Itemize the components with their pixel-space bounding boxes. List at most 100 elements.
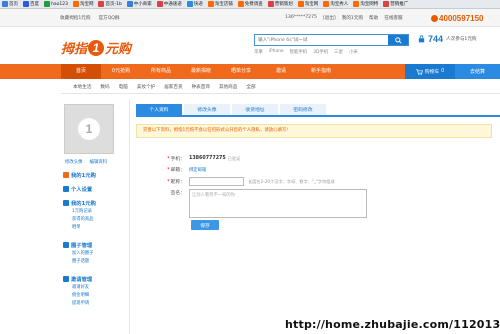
sidebar-item[interactable]: 邀请好友 bbox=[63, 284, 125, 292]
bookmark-item[interactable]: 淘宝网 bbox=[72, 1, 94, 7]
profile-tab[interactable]: 收货地址 bbox=[232, 104, 278, 115]
service-link[interactable]: 在线客服 bbox=[384, 15, 402, 21]
nav-item[interactable]: 首页 bbox=[61, 64, 101, 79]
bind-email-link[interactable]: 绑定邮箱 bbox=[189, 167, 206, 173]
bookmark-label: 首页-1b bbox=[105, 2, 122, 7]
bookmark-item[interactable]: 中通速递 bbox=[156, 1, 182, 7]
favorite-link[interactable]: 收藏拇指1元购 bbox=[60, 15, 91, 21]
hot-keyword[interactable]: 苹果 bbox=[254, 49, 263, 55]
help-link[interactable]: 帮助 bbox=[369, 15, 378, 21]
category-link[interactable]: 电脑 bbox=[119, 84, 128, 90]
my-1yuan-link[interactable]: 我的1元购 bbox=[342, 15, 363, 21]
search-input[interactable] bbox=[255, 35, 385, 45]
bookmark-item[interactable]: 首页-1b bbox=[98, 1, 122, 7]
privacy-notice: 完善以下资料，拇指1元购不会以任何形式公开您的个人隐私，请放心填写! bbox=[136, 124, 492, 138]
bookmark-item[interactable]: 营销推广 bbox=[383, 1, 408, 7]
phone-label: 手机： bbox=[170, 157, 185, 162]
nav-item[interactable]: 晒单分享 bbox=[221, 64, 261, 79]
bookmark-item[interactable]: hao123 bbox=[44, 1, 68, 7]
sidebar-group-header[interactable]: 邀请管理 bbox=[63, 274, 125, 284]
hot-keyword[interactable]: iPhone bbox=[269, 49, 284, 55]
profile-tabs: 个人资料 修改头像 收货地址 密码修改 bbox=[136, 104, 500, 117]
profile-tab[interactable]: 个人资料 bbox=[136, 104, 182, 115]
sidebar-group-title: 我的1元购 bbox=[71, 201, 96, 207]
account-sidebar: 1 修改头像 编辑资料 我的1元购 个人设置 我的1元购 1元购记录 获得的商品 晒单 圈子… bbox=[61, 99, 130, 334]
save-button[interactable]: 保存 bbox=[191, 220, 219, 230]
bookmark-favicon-icon bbox=[23, 1, 29, 7]
category-link[interactable]: 其他商品 bbox=[219, 84, 237, 90]
bookmark-favicon-icon bbox=[156, 1, 163, 7]
avatar[interactable]: 1 bbox=[64, 104, 114, 154]
bookmark-item[interactable]: 快递 bbox=[186, 1, 203, 7]
change-avatar-link[interactable]: 修改头像 bbox=[65, 159, 83, 165]
nickname-input[interactable] bbox=[189, 177, 244, 186]
sidebar-group: 圈子管理 加入的圈子 圈子话题 bbox=[63, 240, 125, 266]
bookmark-label: 营销推广 bbox=[390, 2, 409, 7]
bookmark-item[interactable]: 百度 bbox=[23, 1, 39, 7]
bookmark-label: 淘宝网 bbox=[79, 2, 94, 7]
bookmark-item[interactable]: 淘宝秀人 bbox=[323, 1, 348, 7]
bookmark-label: 淘宝网特 bbox=[360, 2, 379, 7]
bookmark-label: 快递 bbox=[193, 2, 203, 7]
nav-item[interactable]: 所有商品 bbox=[141, 64, 181, 79]
hot-keywords: 苹果 iPhone 智能手机 3D手机 三星 小米 bbox=[254, 49, 358, 55]
logo-text-1: 拇指 bbox=[61, 41, 88, 56]
category-link[interactable]: 数码 bbox=[100, 84, 109, 90]
sidebar-group-header[interactable]: 我的1元购 bbox=[63, 198, 125, 208]
qq-group-link[interactable]: 官方QQ群 bbox=[99, 15, 120, 21]
sidebar-item[interactable]: 晒单 bbox=[63, 224, 125, 232]
user-account[interactable]: 136*****7275 bbox=[285, 15, 317, 21]
sidebar-item[interactable]: 获得的商品 bbox=[63, 216, 125, 224]
site-logo[interactable]: 拇指 1 元购 bbox=[61, 38, 131, 57]
lock-icon bbox=[418, 35, 425, 43]
hot-keyword[interactable]: 小米 bbox=[349, 49, 358, 55]
nav-item[interactable]: 新手指南 bbox=[301, 64, 341, 79]
nav-item[interactable]: 最新揭晓 bbox=[181, 64, 221, 79]
bookmark-favicon-icon bbox=[186, 1, 193, 7]
bookmark-item[interactable]: 淘宝网特 bbox=[353, 1, 378, 7]
nickname-label: 昵称： bbox=[170, 180, 185, 185]
edit-profile-link[interactable]: 编辑资料 bbox=[90, 159, 108, 165]
sidebar-group-header[interactable]: 我的1元购 bbox=[63, 170, 125, 180]
category-link[interactable]: 本地生活 bbox=[73, 84, 91, 90]
sidebar-group-header[interactable]: 圈子管理 bbox=[63, 240, 125, 250]
bookmark-label: hao123 bbox=[51, 1, 68, 7]
bookmark-favicon-icon bbox=[44, 1, 50, 7]
bookmark-favicon-icon bbox=[98, 1, 105, 7]
bookmark-item[interactable]: 淘宝网 bbox=[297, 1, 318, 7]
category-link[interactable]: 全部 bbox=[246, 84, 255, 90]
hot-keyword[interactable]: 三星 bbox=[334, 49, 343, 55]
sidebar-item[interactable]: 提现申请 bbox=[63, 300, 125, 308]
hot-keyword[interactable]: 智能手机 bbox=[290, 49, 308, 55]
sidebar-group-title: 我的1元购 bbox=[71, 173, 96, 179]
sidebar-group-header[interactable]: 个人设置 bbox=[63, 184, 125, 194]
nav-item[interactable]: 邀请 bbox=[261, 64, 301, 79]
search-button[interactable] bbox=[388, 35, 408, 45]
hot-keyword[interactable]: 3D手机 bbox=[313, 49, 328, 55]
category-link[interactable]: 居家百货 bbox=[164, 84, 182, 90]
profile-tab[interactable]: 修改头像 bbox=[184, 104, 230, 115]
bookmark-item[interactable]: 营销策划 bbox=[267, 1, 293, 7]
search-icon bbox=[394, 36, 402, 44]
phone-row: *手机： 13860777275 已验证 bbox=[167, 155, 241, 163]
bookmark-item[interactable]: 免费调查 bbox=[237, 1, 263, 7]
sidebar-item[interactable]: 1元购记录 bbox=[63, 208, 125, 216]
verified-badge: 已验证 bbox=[227, 155, 241, 161]
bookmark-item[interactable]: 首页 bbox=[2, 1, 18, 7]
checkout-button[interactable]: 去结算 bbox=[455, 64, 500, 79]
bookmark-item[interactable]: 中小商家 bbox=[126, 1, 152, 7]
bookmark-item[interactable]: 淘宝店铺 bbox=[207, 1, 233, 7]
bookmark-favicon-icon bbox=[126, 1, 133, 7]
profile-tab[interactable]: 密码修改 bbox=[280, 104, 326, 115]
logout-link[interactable]: [退出] bbox=[323, 15, 336, 21]
sidebar-item[interactable]: 加入的圈子 bbox=[63, 250, 125, 258]
cart-button[interactable]: 购物车 0 bbox=[405, 64, 455, 79]
category-link[interactable]: 钟表首饰 bbox=[192, 84, 210, 90]
category-link[interactable]: 美妆个护 bbox=[137, 84, 155, 90]
sidebar-item[interactable]: 佣金明细 bbox=[63, 292, 125, 300]
email-row: *邮箱： 绑定邮箱 bbox=[167, 167, 207, 174]
sidebar-item[interactable]: 圈子话题 bbox=[63, 258, 125, 266]
search-box bbox=[254, 34, 409, 46]
nav-item[interactable]: 0元抢购 bbox=[101, 64, 141, 79]
signature-textarea[interactable]: 让别人看到不一样的你 bbox=[189, 189, 367, 218]
